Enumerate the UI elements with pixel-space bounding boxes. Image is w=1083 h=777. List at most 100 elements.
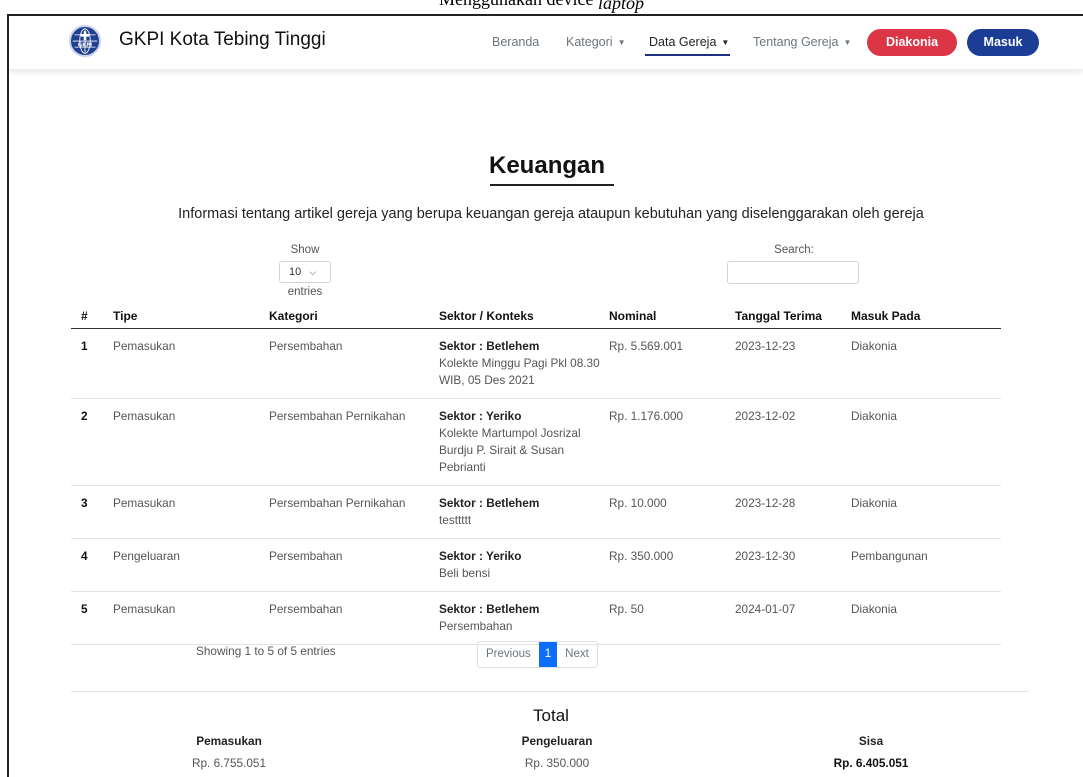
table-row: 1 Pemasukan Persembahan Sektor : Betlehe… xyxy=(71,328,1001,399)
konteks-text: Persembahan xyxy=(439,618,513,633)
caption-text: Menggunakan device xyxy=(439,0,593,9)
cell-tipe: Pemasukan xyxy=(113,591,269,645)
table-header-row: # Tipe Kategori Sektor / Konteks Nominal… xyxy=(71,304,1001,329)
nav-beranda[interactable]: Beranda xyxy=(492,35,539,49)
pemasukan-label: Pemasukan xyxy=(196,734,262,748)
table-row: 3 Pemasukan Persembahan Pernikahan Sekto… xyxy=(71,485,1001,539)
entries-label: entries xyxy=(287,286,323,298)
cell-nominal: Rp. 5.569.001 xyxy=(609,328,735,399)
search-label: Search: xyxy=(774,244,814,256)
gkpi-logo[interactable]: GKPI xyxy=(69,25,101,57)
cell-tipe: Pemasukan xyxy=(113,328,269,399)
title-underline xyxy=(490,184,614,186)
konteks-text: Beli bensi xyxy=(439,565,491,580)
table-row: 2 Pemasukan Persembahan Pernikahan Sekto… xyxy=(71,398,1001,486)
sektor-name: Sektor : Betlehem xyxy=(439,338,540,353)
entries-select-value: 10 xyxy=(289,266,302,278)
page-title: Keuangan xyxy=(489,152,606,179)
konteks-text: Kolekte Minggu Pagi Pkl 08.30 WIB, 05 De… xyxy=(439,355,600,387)
total-sisa: Sisa Rp. 6.405.051 xyxy=(751,734,991,770)
cell-tanggal: 2024-01-07 xyxy=(735,591,851,645)
col-header-tipe[interactable]: Tipe xyxy=(113,304,269,329)
keuangan-table: # Tipe Kategori Sektor / Konteks Nominal… xyxy=(71,304,1001,645)
cell-sektor: Sektor : Yeriko Kolekte Martumpol Josriza… xyxy=(439,398,609,486)
row-number: 1 xyxy=(71,328,113,399)
cell-nominal: Rp. 10.000 xyxy=(609,485,735,539)
sektor-name: Sektor : Yeriko xyxy=(439,408,522,423)
cell-masuk-pada: Diakonia xyxy=(851,328,1001,399)
page-subtitle: Informasi tentang artikel gereja yang be… xyxy=(178,206,924,222)
cell-sektor: Sektor : Betlehem Persembahan xyxy=(439,591,609,645)
next-page-button[interactable]: Next xyxy=(557,642,597,667)
brand-title[interactable]: GKPI Kota Tebing Tinggi xyxy=(119,29,326,51)
nav-data-gereja[interactable]: Data Gereja ▼ xyxy=(649,35,729,49)
previous-page-button[interactable]: Previous xyxy=(478,642,539,667)
globe-logo-icon: GKPI xyxy=(72,28,98,54)
table-row: 4 Pengeluaran Persembahan Sektor : Yerik… xyxy=(71,538,1001,592)
active-nav-indicator xyxy=(645,54,730,56)
row-number: 3 xyxy=(71,485,113,539)
page-1-button[interactable]: 1 xyxy=(538,642,558,667)
sektor-name: Sektor : Betlehem xyxy=(439,601,540,616)
cell-nominal: Rp. 350.000 xyxy=(609,538,735,592)
table-info: Showing 1 to 5 of 5 entries xyxy=(196,644,336,658)
sektor-name: Sektor : Betlehem xyxy=(439,495,540,510)
pengeluaran-label: Pengeluaran xyxy=(521,734,593,748)
cell-sektor: Sektor : Betlehem testtttt xyxy=(439,485,609,539)
section-divider xyxy=(71,691,1029,692)
navbar: GKPI GKPI Kota Tebing Tinggi Beranda Kat… xyxy=(9,16,1083,70)
pemasukan-value: Rp. 6.755.051 xyxy=(191,756,267,770)
masuk-button[interactable]: Masuk xyxy=(967,29,1039,56)
konteks-text: Kolekte Martumpol Josrizal Burdju P. Sir… xyxy=(439,425,581,474)
sisa-value: Rp. 6.405.051 xyxy=(833,756,909,770)
konteks-text: testtttt xyxy=(439,512,472,527)
cell-sektor: Sektor : Yeriko Beli bensi xyxy=(439,538,609,592)
nav-kategori[interactable]: Kategori ▼ xyxy=(566,35,625,49)
entries-select[interactable]: 10 ⌵ xyxy=(279,261,331,283)
nav-beranda-label: Beranda xyxy=(492,35,540,49)
diakonia-button[interactable]: Diakonia xyxy=(867,29,957,56)
show-label: Show xyxy=(290,244,320,256)
cell-nominal: Rp. 50 xyxy=(609,591,735,645)
search-control: Search: xyxy=(727,244,861,284)
col-header-masuk-pada[interactable]: Masuk Pada xyxy=(851,304,1001,329)
cell-tanggal: 2023-12-23 xyxy=(735,328,851,399)
pengeluaran-value: Rp. 350.000 xyxy=(524,756,590,770)
nav-tentang-gereja-label: Tentang Gereja xyxy=(753,35,839,49)
logo-text: GKPI xyxy=(78,43,92,49)
cell-masuk-pada: Diakonia xyxy=(851,485,1001,539)
chevron-down-icon: ▼ xyxy=(843,38,852,47)
row-number: 2 xyxy=(71,398,113,486)
col-header-number[interactable]: # xyxy=(71,304,113,329)
nav-tentang-gereja[interactable]: Tentang Gereja ▼ xyxy=(753,35,851,49)
cell-tanggal: 2023-12-30 xyxy=(735,538,851,592)
table-row: 5 Pemasukan Persembahan Sektor : Betlehe… xyxy=(71,591,1001,645)
cell-kategori: Persembahan Pernikahan xyxy=(269,485,439,539)
cell-masuk-pada: Diakonia xyxy=(851,591,1001,645)
cell-tipe: Pengeluaran xyxy=(113,538,269,592)
search-input[interactable] xyxy=(727,261,859,284)
cell-tipe: Pemasukan xyxy=(113,485,269,539)
pagination: Previous 1 Next xyxy=(477,641,598,668)
entries-length-control: Show 10 ⌵ entries xyxy=(269,244,341,298)
total-title: Total xyxy=(533,706,569,725)
sektor-name: Sektor : Yeriko xyxy=(439,548,522,563)
row-number: 5 xyxy=(71,591,113,645)
cell-sektor: Sektor : Betlehem Kolekte Minggu Pagi Pkl… xyxy=(439,328,609,399)
cell-kategori: Persembahan xyxy=(269,591,439,645)
col-header-nominal[interactable]: Nominal xyxy=(609,304,735,329)
cell-masuk-pada: Diakonia xyxy=(851,398,1001,486)
sisa-label: Sisa xyxy=(858,734,884,748)
cell-nominal: Rp. 1.176.000 xyxy=(609,398,735,486)
cell-tanggal: 2023-12-02 xyxy=(735,398,851,486)
cell-tipe: Pemasukan xyxy=(113,398,269,486)
cell-masuk-pada: Pembangunan xyxy=(851,538,1001,592)
cell-kategori: Persembahan xyxy=(269,538,439,592)
col-header-sektor[interactable]: Sektor / Konteks xyxy=(439,304,609,329)
col-header-tanggal[interactable]: Tanggal Terima xyxy=(735,304,851,329)
nav-kategori-label: Kategori xyxy=(566,35,613,49)
cell-tanggal: 2023-12-28 xyxy=(735,485,851,539)
row-number: 4 xyxy=(71,538,113,592)
col-header-kategori[interactable]: Kategori xyxy=(269,304,439,329)
browser-page: GKPI GKPI Kota Tebing Tinggi Beranda Kat… xyxy=(7,14,1083,777)
